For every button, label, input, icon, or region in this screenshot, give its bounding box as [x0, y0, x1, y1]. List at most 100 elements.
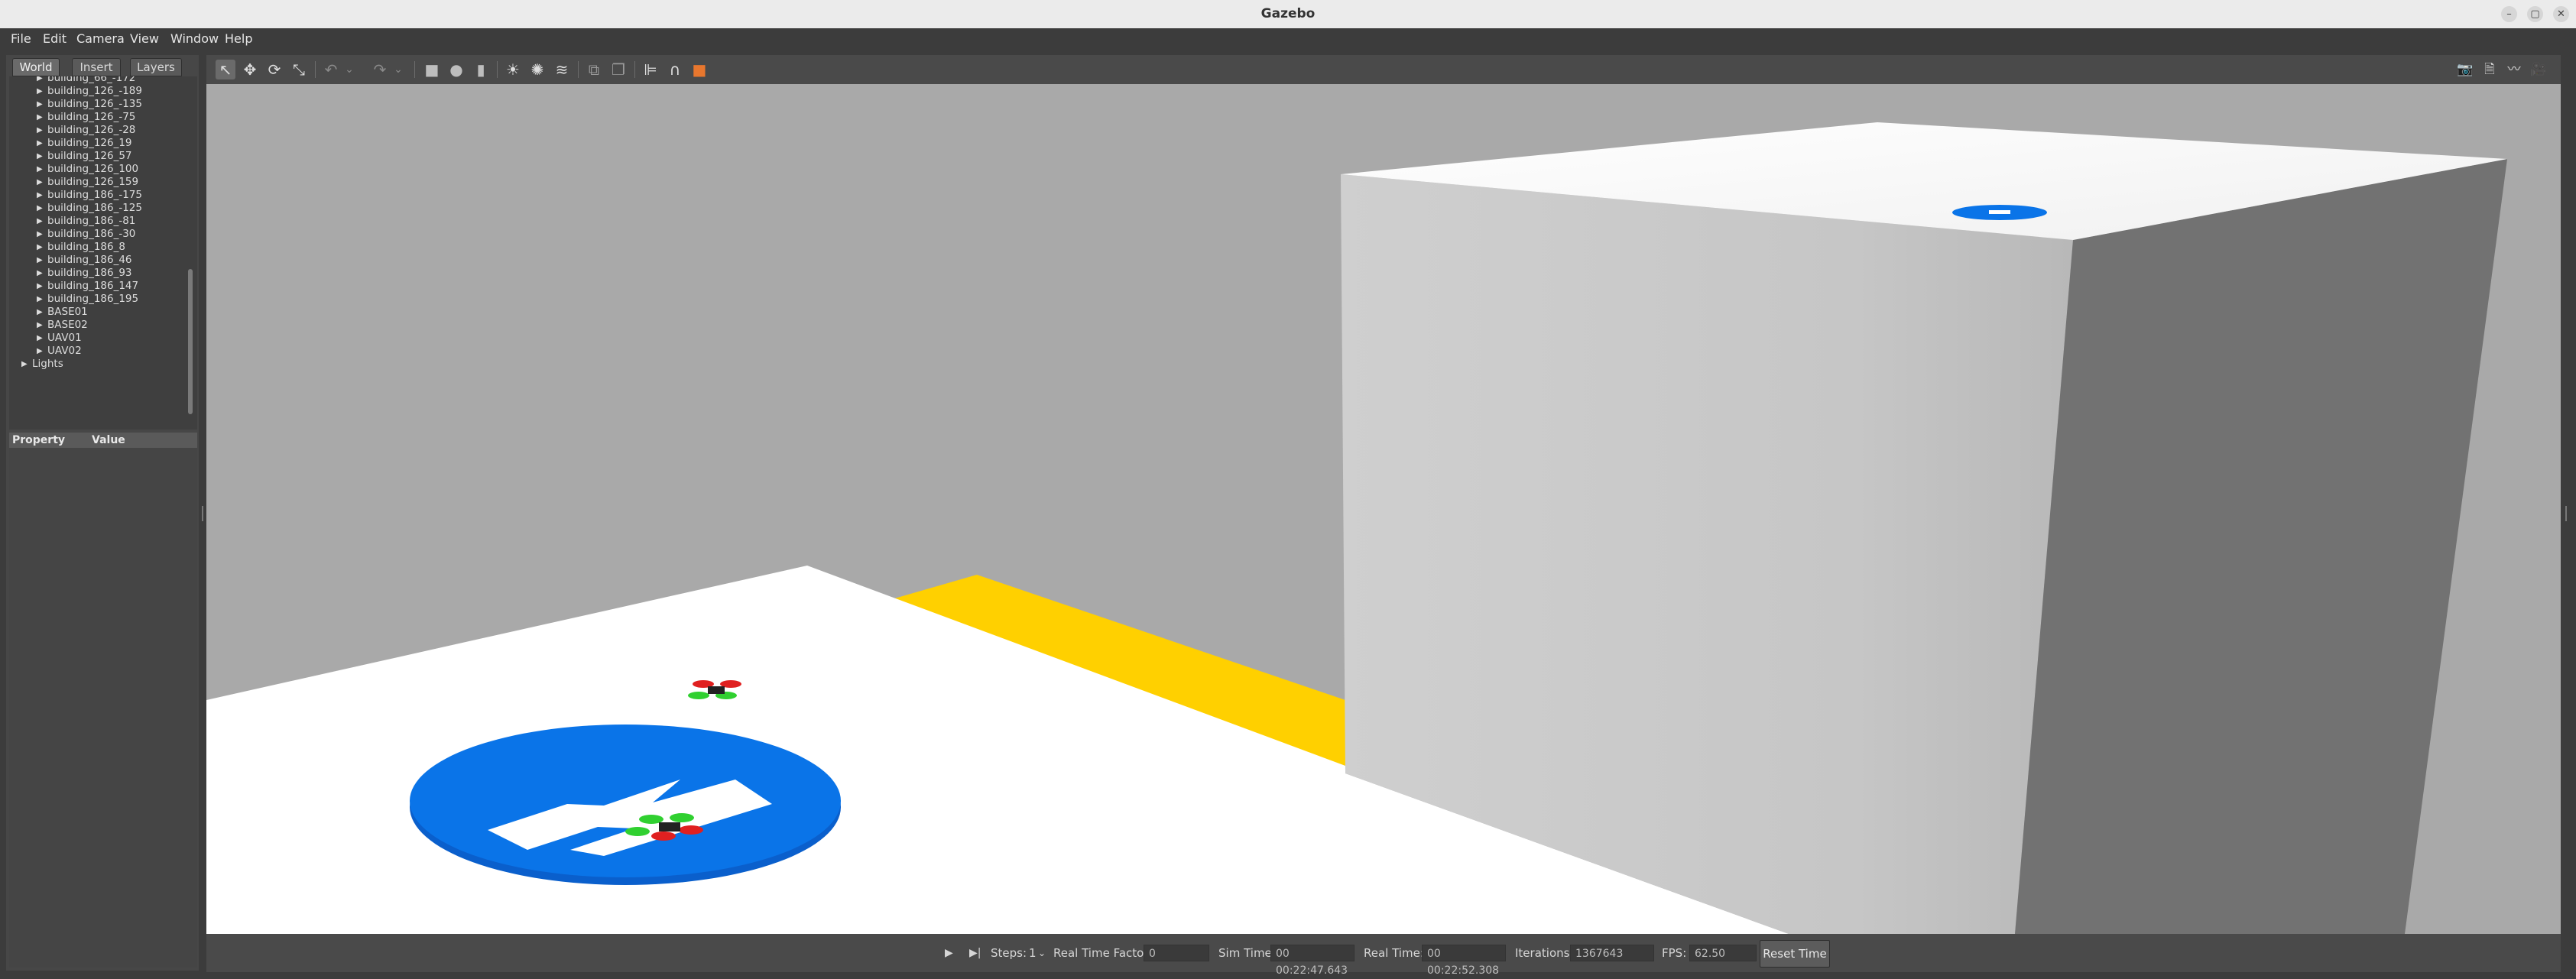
tree-item-label: building_186_-175 [47, 189, 142, 201]
expand-arrow-icon[interactable]: ▶ [37, 241, 43, 254]
world-tree[interactable]: ▶ building_66_-172 ▶ building_126_-189 ▶ buil… [9, 76, 197, 430]
redo-dropdown-icon[interactable]: ⌄ [388, 60, 408, 79]
align-icon[interactable]: ⊫ [641, 60, 660, 79]
steps-label: Steps: [991, 946, 1027, 960]
directional-light-icon[interactable]: ≋ [552, 60, 572, 79]
menu-bar: File Edit Camera View Window Help [0, 28, 2576, 50]
tree-item-label: building_126_19 [47, 137, 132, 149]
expand-arrow-icon[interactable]: ▶ [37, 176, 43, 189]
paste-icon[interactable]: ❐ [608, 60, 628, 79]
rtf-field: 0 [1144, 945, 1209, 961]
redo-icon[interactable]: ↷ [370, 60, 390, 79]
expand-arrow-icon[interactable]: ▶ [37, 202, 43, 215]
iterations-label: Iterations: [1515, 946, 1574, 960]
expand-arrow-icon[interactable]: ▶ [37, 137, 43, 150]
expand-arrow-icon[interactable]: ▶ [37, 111, 43, 124]
snap-icon[interactable]: ∩ [665, 60, 685, 79]
expand-arrow-icon[interactable]: ▶ [37, 215, 43, 228]
expand-arrow-icon[interactable]: ▶ [37, 76, 43, 85]
sphere-shape-icon[interactable]: ● [446, 60, 466, 79]
far-helipad-mark [1989, 210, 2010, 214]
expand-arrow-icon[interactable]: ▶ [37, 189, 43, 202]
tree-item-label: building_126_159 [47, 176, 139, 188]
tree-item-label: BASE01 [47, 306, 88, 318]
expand-arrow-icon[interactable]: ▶ [37, 319, 43, 332]
plot-icon[interactable]: 〰 [2504, 60, 2524, 79]
copy-icon[interactable]: ⧉ [584, 60, 604, 79]
tree-item-label: building_126_57 [47, 150, 132, 162]
tab-layers[interactable]: Layers [130, 58, 182, 76]
window-title: Gazebo [1260, 6, 1316, 21]
maximize-button[interactable]: ▢ [2527, 6, 2543, 22]
real-time-label: Real Time: [1364, 946, 1424, 960]
menu-help[interactable]: Help [225, 28, 252, 50]
toolbar-separator [578, 61, 579, 78]
expand-arrow-icon[interactable]: ▶ [37, 345, 43, 358]
select-mode-icon[interactable]: ↖ [216, 60, 235, 79]
expand-arrow-icon[interactable]: ▶ [37, 124, 43, 137]
property-column: Property [12, 434, 66, 446]
tree-item-label: building_126_-75 [47, 111, 136, 123]
expand-arrow-icon[interactable]: ▶ [37, 332, 43, 345]
expand-arrow-icon[interactable]: ▶ [37, 293, 43, 306]
rotate-mode-icon[interactable]: ⟳ [264, 60, 284, 79]
steps-value[interactable]: 1 [1029, 934, 1037, 972]
spot-light-icon[interactable]: ✺ [527, 60, 547, 79]
toolbar-separator [315, 61, 316, 78]
real-time-field: 00 00:22:52.308 [1422, 945, 1506, 977]
toolbar: ↖ ✥ ⟳ ⤡ ↶ ⌄ ↷ ⌄ ■ ● ▮ ☀ ✺ ≋ ⧉ ❐ ⊫ ∩ ■ 📷 … [206, 55, 2561, 84]
screenshot-icon[interactable]: 📷 [2455, 60, 2475, 79]
property-header: Property Value [9, 433, 197, 448]
bottom-bar: ▶ ▶| Steps: 1 ⌄ Real Time Factor: 0 Sim … [206, 934, 2561, 977]
tree-item-label: Lights [32, 358, 63, 370]
expand-arrow-icon[interactable]: ▶ [37, 85, 43, 98]
box-shape-icon[interactable]: ■ [422, 60, 442, 79]
menu-file[interactable]: File [11, 28, 31, 50]
tree-item-label: building_186_8 [47, 241, 125, 253]
tree-item-label: building_126_-135 [47, 98, 142, 110]
translate-mode-icon[interactable]: ✥ [240, 60, 260, 79]
left-panel: World Insert Layers ▶ building_66_-172 ▶ bu… [6, 55, 199, 971]
expand-arrow-icon[interactable]: ▶ [37, 228, 43, 241]
change-color-icon[interactable]: ■ [689, 60, 709, 79]
undo-dropdown-icon[interactable]: ⌄ [339, 60, 359, 79]
menu-view[interactable]: View [130, 28, 159, 50]
step-icon[interactable]: ▶| [969, 934, 981, 972]
expand-arrow-icon[interactable]: ▶ [37, 267, 43, 280]
expand-arrow-icon[interactable]: ▶ [37, 98, 43, 111]
video-record-icon[interactable]: 🎥 [2529, 60, 2548, 79]
tab-world[interactable]: World [12, 58, 60, 76]
scene-viewport[interactable] [206, 84, 2561, 934]
expand-arrow-icon[interactable]: ▶ [37, 306, 43, 319]
menu-edit[interactable]: Edit [43, 28, 67, 50]
expand-arrow-icon[interactable]: ▶ [37, 150, 43, 163]
tab-insert[interactable]: Insert [72, 58, 121, 76]
play-icon[interactable]: ▶ [945, 934, 953, 972]
menu-camera[interactable]: Camera [76, 28, 125, 50]
value-column: Value [92, 434, 125, 446]
sim-time-field: 00 00:22:47.643 [1270, 945, 1355, 977]
cylinder-shape-icon[interactable]: ▮ [471, 60, 491, 79]
scale-mode-icon[interactable]: ⤡ [289, 60, 309, 79]
tree-item-label: building_186_-81 [47, 215, 136, 227]
sim-time-label: Sim Time [1218, 946, 1272, 960]
expand-arrow-icon[interactable]: ▶ [37, 163, 43, 176]
tree-item-label: building_186_-30 [47, 228, 136, 240]
expand-arrow-icon[interactable]: ▶ [37, 254, 43, 267]
steps-dropdown-icon[interactable]: ⌄ [1038, 934, 1046, 972]
tree-item-label: building_126_100 [47, 163, 139, 175]
close-button[interactable]: ✕ [2553, 6, 2569, 22]
tree-scrollbar[interactable] [188, 269, 193, 414]
undo-icon[interactable]: ↶ [321, 60, 341, 79]
tree-item-label: building_186_195 [47, 293, 139, 305]
minimize-button[interactable]: – [2501, 6, 2517, 22]
point-light-icon[interactable]: ☀ [503, 60, 523, 79]
expand-arrow-icon[interactable]: ▶ [37, 280, 43, 293]
iterations-field: 1367643 [1570, 945, 1654, 961]
left-splitter[interactable] [200, 55, 205, 971]
right-splitter[interactable] [2562, 55, 2570, 971]
expand-arrow-icon[interactable]: ▶ [21, 358, 28, 371]
reset-time-button[interactable]: Reset Time [1760, 940, 1830, 968]
log-icon[interactable]: 🗎 [2480, 60, 2500, 79]
menu-window[interactable]: Window [170, 28, 219, 50]
